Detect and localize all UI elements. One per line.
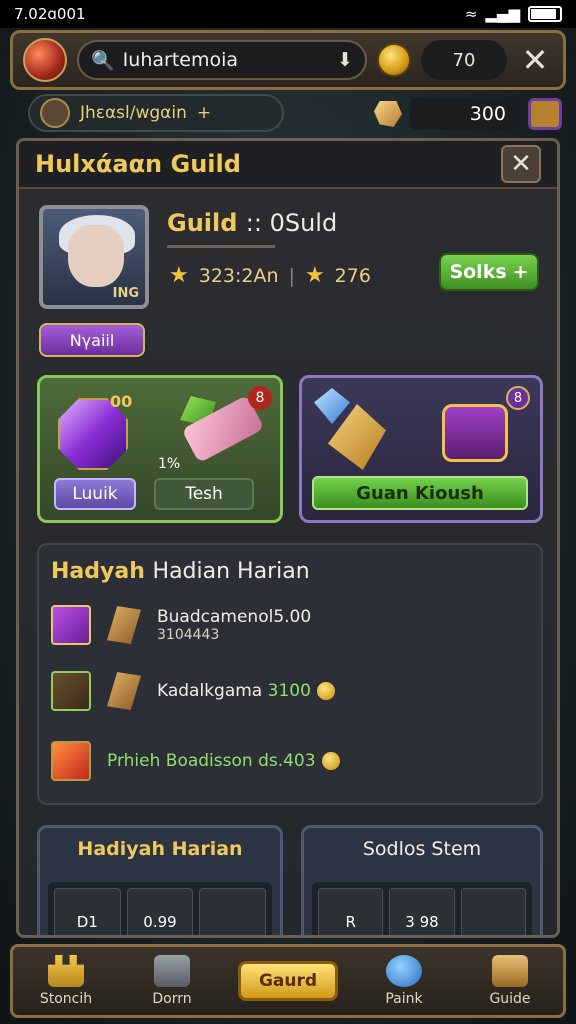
avatar [40, 98, 70, 128]
guild-portrait[interactable]: ING [39, 205, 149, 309]
gem-logo-icon[interactable] [23, 38, 67, 82]
bottom-card-title: Sodlos Stem [362, 838, 482, 860]
resource-value: 300 [410, 98, 520, 130]
item-text: Prhieh Boadisson ds.403 [107, 751, 340, 771]
separator: | [288, 264, 295, 287]
plus-icon[interactable]: + [197, 103, 211, 123]
panel-title: Hulxάaαn Guild [35, 150, 241, 178]
list-item[interactable]: Buadcamenol5.00 3104443 [51, 605, 311, 645]
item-strip: D1 0.99 [48, 882, 272, 935]
item-slot[interactable]: R [318, 888, 384, 935]
status-time: 7.02ɑ001 [14, 5, 86, 23]
search-input[interactable]: 🔍 Iuhartemoia ⬇ [77, 40, 367, 80]
luuik-button[interactable]: Luuik [54, 478, 136, 510]
barrel-icon [51, 671, 91, 711]
tesh-button[interactable]: Tesh [154, 478, 254, 510]
resource-area: 300 [374, 98, 562, 130]
daily-title: Hadyah Hadian Harian [51, 559, 310, 584]
search-icon: 🔍 [91, 49, 115, 72]
stat-2: 276 [334, 264, 371, 287]
plus-icon: + [512, 261, 529, 283]
bottom-cards: Hadiyah Harian D1 0.99 Sodlos Stem R 3 9… [37, 825, 543, 935]
stat-1: 323:2An [198, 264, 279, 287]
daily-rewards: Hadyah Hadian Harian Buadcamenol5.00 310… [37, 543, 543, 805]
bottom-card-right[interactable]: Sodlos Stem R 3 98 [301, 825, 543, 935]
bottom-card-title: Hadiyah Harian [77, 838, 243, 860]
divider [167, 245, 275, 248]
key-icon [51, 605, 91, 645]
guild-action-button[interactable]: Solks + [439, 253, 539, 291]
guild-info: ING Nγaiil Guild :: 0Suld ★ 323:2An | ★ … [39, 205, 539, 365]
chest-icon [442, 404, 508, 462]
wood-icon [107, 606, 141, 644]
card-count: 00 [110, 392, 133, 411]
reward-card-left[interactable]: 00 1% 8 Luuik Tesh [37, 375, 283, 523]
menu-button[interactable] [528, 98, 562, 130]
item-slot[interactable] [460, 888, 526, 935]
battery-icon [528, 6, 562, 22]
card-badge: 8 [248, 386, 272, 410]
bottom-nav: Stoncih Dorrn Gaurd Paink Guide [10, 944, 566, 1018]
fire-gem-icon [51, 741, 91, 781]
item-slot[interactable]: 3 98 [389, 888, 455, 935]
panel-header: Hulxάaαn Guild ✕ [19, 141, 557, 189]
blue-gem-icon [314, 388, 350, 424]
crystal-icon [374, 101, 402, 127]
item-text: Kadalkgama 3100 [157, 681, 335, 701]
role-badge[interactable]: Nγaiil [39, 323, 145, 357]
nav-item-guide[interactable]: Guide [470, 955, 550, 1007]
coin-icon [321, 752, 340, 770]
guild-stats: ★ 323:2An | ★ 276 [169, 263, 371, 288]
signal-icon: ▂▄▆ [485, 5, 520, 23]
list-item[interactable]: Prhieh Boadisson ds.403 [51, 741, 340, 781]
portrait-level: ING [112, 286, 139, 301]
coin-icon [377, 43, 411, 77]
wood-icon [107, 672, 141, 710]
item-text: Buadcamenol5.00 [157, 607, 312, 627]
item-strip: R 3 98 [312, 882, 532, 935]
item-sub: 3104443 [157, 627, 220, 643]
star-icon-2: ★ [304, 263, 325, 288]
close-icon[interactable]: ✕ [517, 41, 553, 79]
guild-panel: Hulxάaαn Guild ✕ ING Nγaiil Guild :: 0Su… [16, 138, 560, 938]
status-icons: ≈ ▂▄▆ [465, 5, 562, 23]
player-bar[interactable]: Jhεαsl/wgαin + [28, 94, 284, 132]
guild-name: Guild :: 0Suld [167, 209, 338, 237]
nav-center-button[interactable]: Gaurd [238, 961, 338, 1001]
item-slot[interactable] [199, 888, 267, 935]
item-slot[interactable]: D1 [54, 888, 121, 935]
list-item[interactable]: Kadalkgama 3100 [51, 671, 335, 711]
claim-button[interactable]: Guan Kioush [312, 476, 528, 510]
star-icon: ★ [169, 263, 189, 288]
coin-icon [316, 682, 335, 700]
card-badge: 8 [506, 386, 530, 410]
arrow-down-icon[interactable]: ⬇ [337, 49, 353, 71]
tower-icon [154, 955, 190, 987]
card-percent: 1% [158, 456, 181, 472]
close-icon: ✕ [510, 149, 532, 179]
nav-item-paink[interactable]: Paink [364, 955, 444, 1007]
nav-item-dorrn[interactable]: Dorrn [132, 955, 212, 1007]
orb-icon [386, 955, 422, 987]
bottom-card-left[interactable]: Hadiyah Harian D1 0.99 [37, 825, 283, 935]
reward-card-right[interactable]: 8 Guan Kioush [299, 375, 543, 523]
top-bar: 🔍 Iuhartemoia ⬇ 70 ✕ [10, 30, 566, 90]
search-value: Iuhartemoia [122, 49, 239, 71]
item-slot[interactable]: 0.99 [126, 888, 194, 935]
nav-item-stoncih[interactable]: Stoncih [26, 955, 106, 1007]
box-icon [492, 955, 528, 987]
status-bar: 7.02ɑ001 ≈ ▂▄▆ [0, 0, 576, 28]
panel-close-button[interactable]: ✕ [501, 145, 541, 183]
wifi-icon: ≈ [464, 5, 478, 23]
coin-count: 70 [421, 40, 507, 80]
player-label: Jhεαsl/wgαin [80, 103, 187, 123]
castle-icon [48, 955, 84, 987]
